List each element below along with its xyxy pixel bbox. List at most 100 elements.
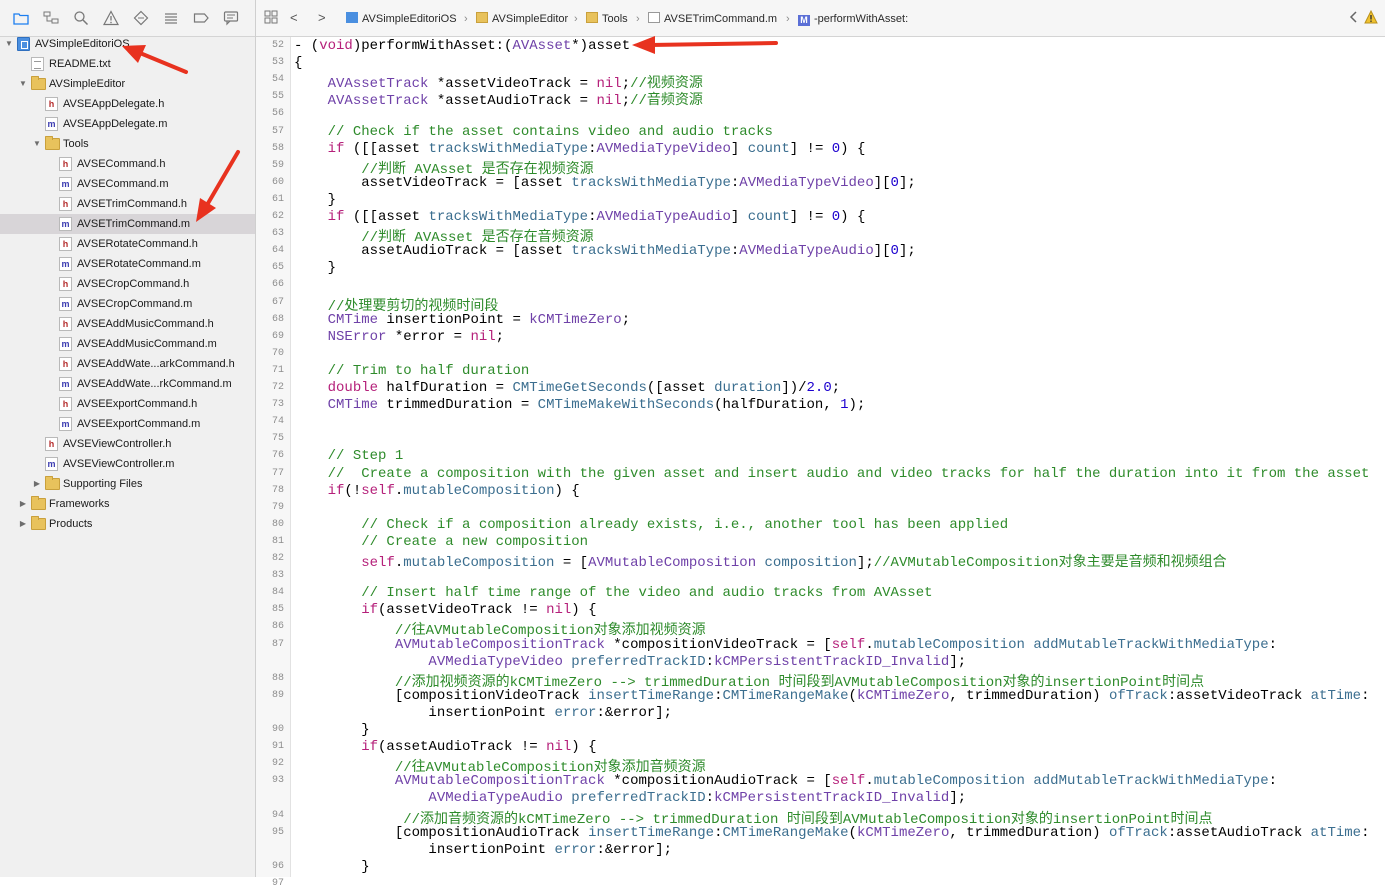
code-line[interactable]: // Create a composition with the given a… <box>294 466 1370 482</box>
disclosure-collapsed-icon[interactable]: ▶ <box>18 514 28 534</box>
code-line[interactable]: insertionPoint error:&error]; <box>294 842 672 858</box>
breadcrumb-item[interactable]: AVSETrimCommand.m <box>648 12 777 26</box>
code-line[interactable]: NSError *error = nil; <box>294 329 504 345</box>
code-line[interactable]: double halfDuration = CMTimeGetSeconds([… <box>294 380 841 396</box>
code-token: mutableComposition <box>873 773 1025 790</box>
back-button[interactable]: < <box>290 10 298 26</box>
tree-item-avseappdelegate-h[interactable]: h AVSEAppDelegate.h <box>0 94 255 114</box>
code-line[interactable]: } <box>294 722 369 738</box>
code-token: atTime <box>1310 824 1362 841</box>
code-line[interactable]: [compositionVideoTrack insertTimeRange:C… <box>294 688 1370 704</box>
code-token: ) { <box>571 602 597 619</box>
code-line[interactable]: // Create a new composition <box>294 534 588 550</box>
tree-item-avseviewcontroller-m[interactable]: m AVSEViewController.m <box>0 454 255 474</box>
code-line[interactable]: assetVideoTrack = [asset tracksWithMedia… <box>294 175 916 191</box>
header-file-icon: h <box>59 197 72 211</box>
code-line[interactable]: // Insert half time range of the video a… <box>294 585 932 601</box>
code-line[interactable]: } <box>294 858 370 875</box>
disclosure-collapsed-icon[interactable]: ▶ <box>32 474 42 494</box>
code-token: error <box>554 704 597 721</box>
code-line[interactable]: AVMediaTypeVideo preferredTrackID:kCMPer… <box>294 654 966 670</box>
code-line[interactable]: CMTime insertionPoint = kCMTimeZero; <box>294 312 630 328</box>
tree-item-supporting-files[interactable]: ▶ Supporting Files <box>0 474 255 494</box>
tree-item-label: AVSEViewController.h <box>63 438 172 450</box>
breadcrumb-item[interactable]: Tools <box>586 12 628 26</box>
code-line[interactable]: insertionPoint error:&error]; <box>294 705 672 721</box>
code-line[interactable]: AVMutableCompositionTrack *compositionAu… <box>294 773 1277 789</box>
tree-item-avsimpleeditor[interactable]: ▼ AVSimpleEditor <box>0 74 255 94</box>
disclosure-expanded-icon[interactable]: ▼ <box>4 34 14 54</box>
code-token: [compositionAudioTrack <box>294 824 589 841</box>
folder-icon <box>476 12 488 23</box>
tree-item-avseaddmusiccommand-m[interactable]: m AVSEAddMusicCommand.m <box>0 334 255 354</box>
code-line[interactable]: } <box>294 192 336 208</box>
list-icon[interactable] <box>162 10 180 26</box>
code-line[interactable]: { <box>294 55 302 71</box>
code-line[interactable]: // Check if a composition already exists… <box>294 517 1008 533</box>
tree-item-avsetrimcommand-m[interactable]: m AVSETrimCommand.m <box>0 214 255 234</box>
code-line[interactable]: - (void)performWithAsset:(AVAsset*)asset <box>294 38 630 54</box>
code-line[interactable]: if ([[asset tracksWithMediaType:AVMediaT… <box>294 209 866 225</box>
code-token: : <box>705 653 715 670</box>
tree-item-avseexportcommand-m[interactable]: m AVSEExportCommand.m <box>0 414 255 434</box>
tree-item-frameworks[interactable]: ▶ Frameworks <box>0 494 255 514</box>
jump-bar: < > AVSimpleEditoriOS › AVSimpleEditor › Too… <box>256 0 1385 37</box>
search-icon[interactable] <box>72 10 90 26</box>
forward-button[interactable]: > <box>318 10 326 26</box>
code-line[interactable]: [compositionAudioTrack insertTimeRange:C… <box>294 824 1370 841</box>
code-line[interactable]: if ([[asset tracksWithMediaType:AVMediaT… <box>294 141 866 157</box>
code-line[interactable]: AVMediaTypeAudio preferredTrackID:kCMPer… <box>294 790 966 806</box>
code-line[interactable]: AVAssetTrack *assetAudioTrack = nil;//音频… <box>294 89 703 109</box>
code-line[interactable]: // Step 1 <box>294 448 404 464</box>
tree-item-avsecommand-m[interactable]: m AVSECommand.m <box>0 174 255 194</box>
tree-item-readme-txt[interactable]: README.txt <box>0 54 255 74</box>
tree-item-avseexportcommand-h[interactable]: h AVSEExportCommand.h <box>0 394 255 414</box>
tree-item-products[interactable]: ▶ Products <box>0 514 255 534</box>
code-token: } <box>294 858 370 875</box>
line-number: 85 <box>271 604 284 616</box>
warning-icon[interactable] <box>102 10 120 26</box>
breadcrumb-item[interactable]: AVSimpleEditor <box>476 12 568 26</box>
disclosure-expanded-icon[interactable]: ▼ <box>32 134 42 154</box>
tree-item-avsetrimcommand-h[interactable]: h AVSETrimCommand.h <box>0 194 255 214</box>
issue-back-icon[interactable] <box>1348 10 1358 26</box>
tree-item-tools[interactable]: ▼ Tools <box>0 134 255 154</box>
tree-item-avseappdelegate-m[interactable]: m AVSEAppDelegate.m <box>0 114 255 134</box>
code-area[interactable]: - (void)performWithAsset:(AVAsset*)asset… <box>294 37 1385 877</box>
test-icon[interactable] <box>132 10 150 26</box>
tree-item-avsimpleeditorios[interactable]: ▼ AVSimpleEditoriOS <box>0 34 255 54</box>
tree-item-avsecropcommand-m[interactable]: m AVSECropCommand.m <box>0 294 255 314</box>
warning-indicator-icon[interactable] <box>1364 9 1378 26</box>
tree-item-avserotatecommand-h[interactable]: h AVSERotateCommand.h <box>0 234 255 254</box>
tree-item-avseviewcontroller-h[interactable]: h AVSEViewController.h <box>0 434 255 454</box>
code-line[interactable]: if(assetVideoTrack != nil) { <box>294 602 597 619</box>
code-line[interactable]: } <box>294 260 336 276</box>
code-token: composition <box>764 555 857 571</box>
tree-item-avsecommand-h[interactable]: h AVSECommand.h <box>0 154 255 174</box>
code-line[interactable]: self.mutableComposition = [AVMutableComp… <box>294 551 1226 571</box>
code-token: ; <box>495 328 505 345</box>
tree-item-avserotatecommand-m[interactable]: m AVSERotateCommand.m <box>0 254 255 274</box>
breakpoint-icon[interactable] <box>192 10 210 26</box>
tree-item-avsecropcommand-h[interactable]: h AVSECropCommand.h <box>0 274 255 294</box>
disclosure-expanded-icon[interactable]: ▼ <box>18 74 28 94</box>
related-items-icon[interactable] <box>264 10 278 26</box>
code-line[interactable]: if(assetAudioTrack != nil) { <box>294 739 596 755</box>
tree-item-avseaddwate-rkcommand-m[interactable]: m AVSEAddWate...rkCommand.m <box>0 374 255 394</box>
code-line[interactable]: // Check if the asset contains video and… <box>294 124 773 140</box>
code-line[interactable]: CMTime trimmedDuration = CMTimeMakeWithS… <box>294 397 866 413</box>
breadcrumb-item[interactable]: M -performWithAsset: <box>798 12 908 26</box>
code-line[interactable]: // Trim to half duration <box>294 363 530 379</box>
disclosure-collapsed-icon[interactable]: ▶ <box>18 494 28 514</box>
hierarchy-icon[interactable] <box>42 10 60 26</box>
tree-item-avseaddwate-arkcommand-h[interactable]: h AVSEAddWate...arkCommand.h <box>0 354 255 374</box>
code-line[interactable]: if(!self.mutableComposition) { <box>294 483 580 499</box>
comment-icon[interactable] <box>222 10 240 26</box>
folder-icon[interactable] <box>12 10 30 26</box>
tree-item-avseaddmusiccommand-h[interactable]: h AVSEAddMusicCommand.h <box>0 314 255 334</box>
code-line[interactable]: assetAudioTrack = [asset tracksWithMedia… <box>294 243 916 259</box>
breadcrumb-item[interactable]: AVSimpleEditoriOS <box>346 12 457 26</box>
code-line[interactable]: AVMutableCompositionTrack *compositionVi… <box>294 637 1277 653</box>
